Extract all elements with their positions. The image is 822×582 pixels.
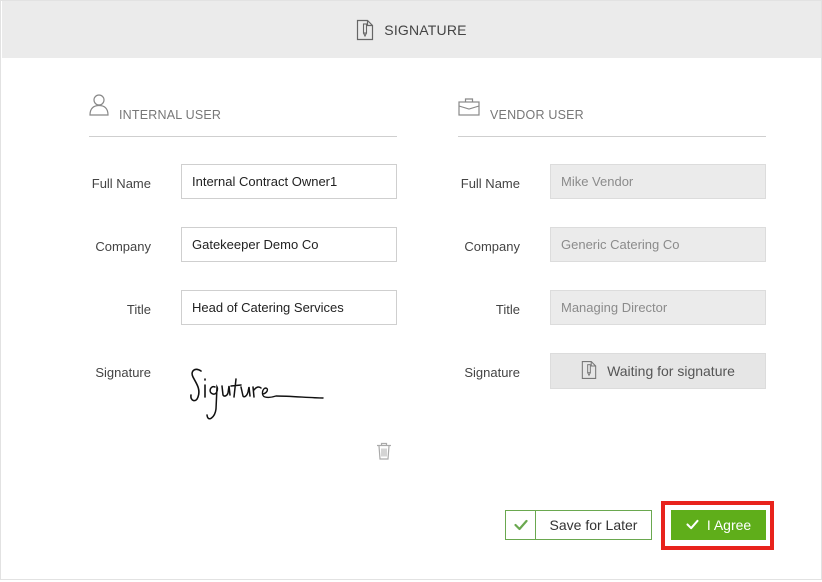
internal-company-label: Company bbox=[95, 239, 151, 254]
i-agree-label: I Agree bbox=[706, 517, 752, 533]
waiting-for-signature-label: Waiting for signature bbox=[607, 363, 735, 379]
document-signature-icon bbox=[581, 360, 597, 383]
internal-title-field[interactable] bbox=[181, 290, 397, 325]
internal-title-label: Title bbox=[126, 302, 151, 317]
panel-title: SIGNATURE bbox=[384, 21, 467, 38]
i-agree-button[interactable]: I Agree bbox=[671, 510, 766, 540]
vendor-title-field bbox=[550, 290, 766, 325]
checkmark-icon bbox=[686, 517, 699, 533]
trash-icon[interactable] bbox=[376, 442, 392, 460]
vendor-full-name-field bbox=[550, 164, 766, 199]
internal-user-heading: INTERNAL USER bbox=[89, 94, 397, 137]
handwritten-signature bbox=[181, 359, 341, 429]
checkmark-icon bbox=[506, 511, 536, 539]
internal-full-name-label: Full Name bbox=[91, 176, 151, 191]
internal-full-name-field[interactable] bbox=[181, 164, 397, 199]
vendor-company-label: Company bbox=[464, 239, 520, 254]
save-for-later-label: Save for Later bbox=[549, 517, 638, 533]
vendor-full-name-label: Full Name bbox=[460, 176, 520, 191]
document-signature-icon bbox=[356, 19, 374, 41]
vendor-signature-label: Signature bbox=[464, 365, 520, 380]
internal-company-field[interactable] bbox=[181, 227, 397, 262]
vendor-company-field bbox=[550, 227, 766, 262]
user-icon bbox=[89, 93, 109, 122]
signature-panel: SIGNATURE INTERNAL USER Full Name Compan… bbox=[0, 0, 822, 580]
internal-user-label: INTERNAL USER bbox=[119, 108, 222, 122]
waiting-for-signature-button: Waiting for signature bbox=[550, 353, 766, 389]
internal-signature-label: Signature bbox=[95, 365, 151, 380]
vendor-user-heading: VENDOR USER bbox=[458, 97, 766, 137]
vendor-user-label: VENDOR USER bbox=[490, 108, 584, 122]
briefcase-icon bbox=[458, 97, 480, 122]
save-for-later-button[interactable]: Save for Later bbox=[505, 510, 652, 540]
panel-header: SIGNATURE bbox=[2, 1, 821, 58]
vendor-title-label: Title bbox=[495, 302, 520, 317]
